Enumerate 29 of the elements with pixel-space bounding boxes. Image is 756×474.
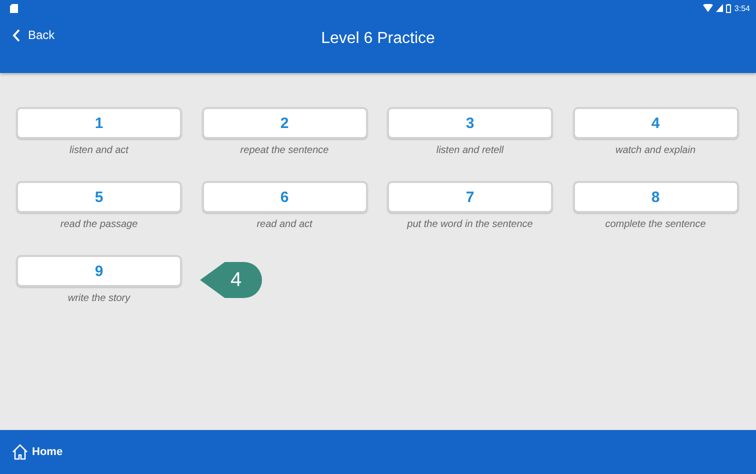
lesson-label: listen and act <box>70 145 128 156</box>
lesson-button[interactable]: 3 <box>387 107 553 139</box>
lesson-button[interactable]: 6 <box>202 181 368 213</box>
sd-card-icon <box>10 4 18 12</box>
battery-icon <box>726 4 732 12</box>
lesson-label: repeat the sentence <box>240 145 329 156</box>
lesson-label: write the story <box>68 293 130 304</box>
lesson-label: watch and explain <box>615 145 696 156</box>
back-button[interactable]: Back <box>10 26 57 44</box>
lesson-label: read the passage <box>60 219 138 230</box>
home-icon <box>12 444 28 460</box>
status-time: 3:54 <box>734 4 750 12</box>
home-button[interactable]: Home <box>10 442 65 462</box>
lesson-button[interactable]: 7 <box>387 181 553 213</box>
lesson-button[interactable]: 5 <box>16 181 182 213</box>
lesson-button[interactable]: 9 <box>16 255 182 287</box>
lesson-label: listen and retell <box>436 145 504 156</box>
lesson-label: complete the sentence <box>605 219 706 230</box>
lesson-button[interactable]: 2 <box>202 107 368 139</box>
lesson-label: read and act <box>256 219 312 230</box>
lesson-label: put the word in the sentence <box>407 219 533 230</box>
signal-icon <box>716 4 724 12</box>
callout-marker: 4 <box>200 262 262 298</box>
chevron-left-icon <box>12 28 20 42</box>
lesson-button[interactable]: 1 <box>16 107 182 139</box>
wifi-icon <box>703 4 714 12</box>
page-title: Level 6 Practice <box>321 30 435 48</box>
lesson-button[interactable]: 4 <box>572 107 738 139</box>
lesson-button[interactable]: 8 <box>572 181 738 213</box>
